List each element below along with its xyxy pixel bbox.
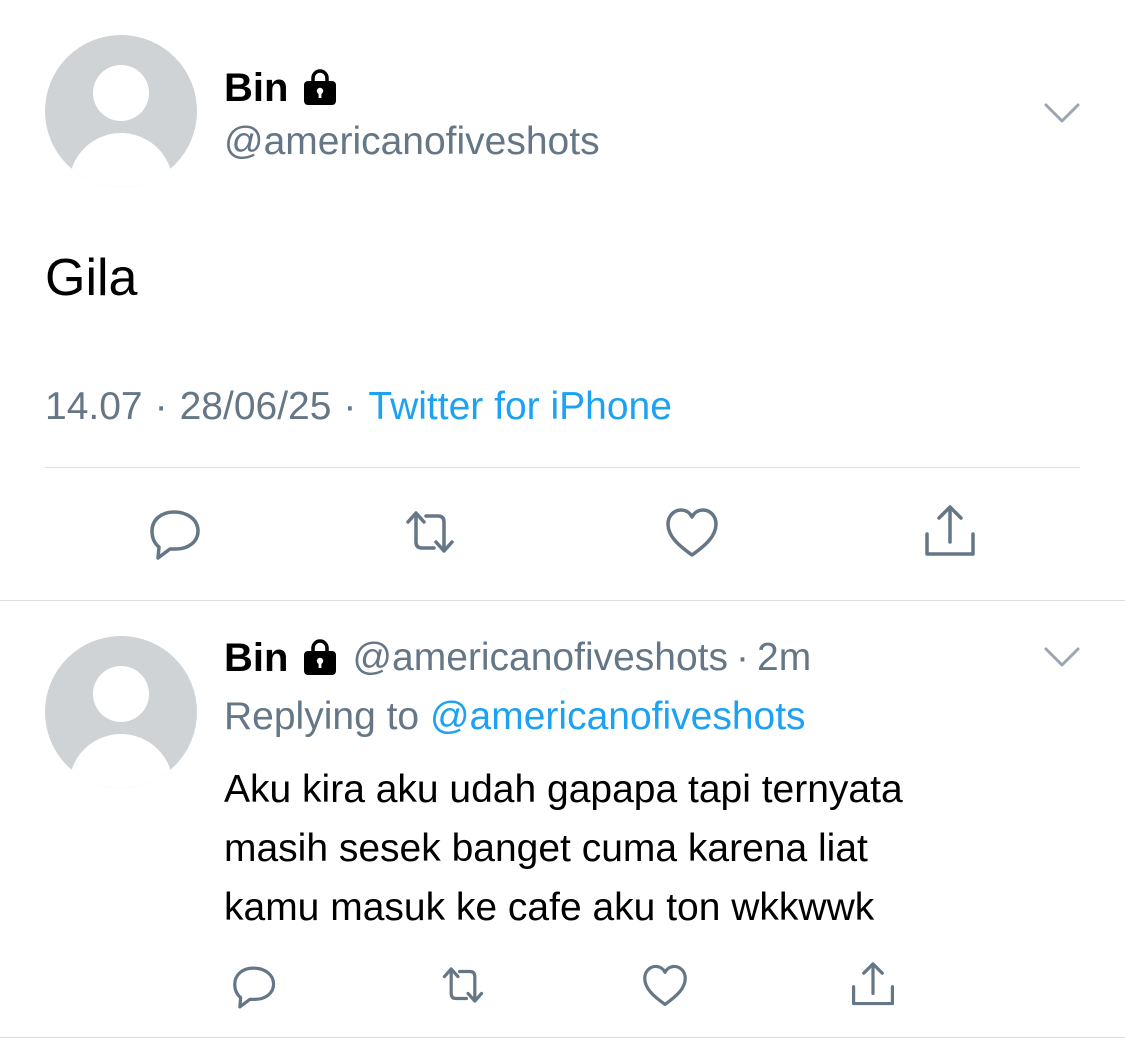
action-bar	[0, 500, 1125, 570]
avatar-body	[69, 734, 173, 788]
tweet-date: 28/06/25	[179, 385, 332, 428]
divider	[0, 1037, 1125, 1038]
avatar-head	[93, 65, 149, 121]
author-handle[interactable]: @americanofiveshots	[352, 632, 728, 684]
main-tweet: Bin @americanofiveshots Gila 14.07 · 28/06…	[0, 0, 1125, 600]
replying-mention-link[interactable]: @americanofiveshots	[430, 695, 806, 738]
like-icon[interactable]	[660, 500, 724, 564]
display-name[interactable]: Bin	[224, 62, 288, 114]
tweet-text-line: masih sesek banget cuma karena liat	[224, 827, 868, 870]
divider	[0, 600, 1125, 601]
avatar-body	[69, 133, 173, 187]
tweet-text-line: Aku kira aku udah gapapa tapi ternyata	[224, 768, 903, 811]
action-bar	[0, 958, 1125, 1018]
reply-icon[interactable]	[144, 500, 208, 564]
retweet-icon[interactable]	[398, 500, 462, 564]
reply-icon[interactable]	[228, 958, 282, 1012]
tweet-text-line: kamu masuk ke cafe aku ton wkkwwk	[224, 886, 875, 929]
tweet-meta: 14.07 · 28/06/25 · Twitter for iPhone	[45, 382, 672, 432]
share-icon[interactable]	[918, 500, 982, 564]
reply-author-row: Bin @americanofiveshots · 2m	[224, 632, 811, 684]
share-icon[interactable]	[846, 958, 900, 1012]
retweet-icon[interactable]	[436, 958, 490, 1012]
chevron-down-icon[interactable]	[1044, 102, 1080, 124]
meta-separator: ·	[154, 385, 168, 428]
tweet-source-link[interactable]: Twitter for iPhone	[368, 385, 671, 428]
tweet-text: Aku kira aku udah gapapa tapi ternyata m…	[224, 760, 1084, 937]
tweet-time: 14.07	[45, 385, 143, 428]
meta-separator: ·	[736, 636, 750, 679]
chevron-down-icon[interactable]	[1044, 646, 1080, 668]
avatar-head	[93, 666, 149, 722]
avatar[interactable]	[45, 35, 197, 187]
avatar[interactable]	[45, 636, 197, 788]
lock-icon	[300, 68, 340, 108]
replying-to: Replying to @americanofiveshots	[224, 692, 806, 742]
tweet-text: Gila	[45, 249, 138, 307]
like-icon[interactable]	[638, 958, 692, 1012]
replying-label: Replying to	[224, 695, 420, 738]
author-row: Bin	[224, 62, 340, 114]
lock-icon	[300, 638, 340, 678]
author-handle[interactable]: @americanofiveshots	[224, 118, 600, 166]
display-name[interactable]: Bin	[224, 632, 288, 684]
divider	[45, 467, 1080, 468]
tweet-time[interactable]: 2m	[757, 636, 811, 680]
meta-separator: ·	[343, 385, 357, 428]
